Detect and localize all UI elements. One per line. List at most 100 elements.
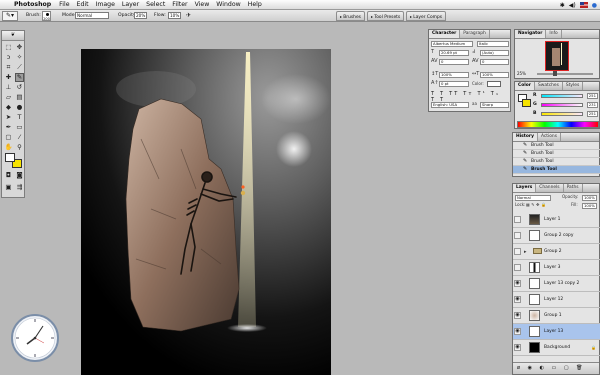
menu-edit[interactable]: Edit (77, 1, 89, 8)
layer-row[interactable]: Layer 1 (513, 212, 600, 228)
input-flag-icon[interactable] (579, 2, 588, 8)
slice-tool-icon[interactable]: ⟋ (15, 63, 24, 72)
brush-tool-icon[interactable]: ✎ (15, 73, 24, 82)
tracking-field[interactable]: 0 (480, 59, 509, 65)
zoom-tool-icon[interactable]: ⚲ (15, 143, 24, 152)
spotlight-icon[interactable]: ● (592, 2, 597, 9)
jump-to-imageready-icon[interactable]: ⇶ (15, 183, 24, 192)
menu-view[interactable]: View (195, 1, 210, 8)
layer-row[interactable]: ◉ Group 1 (513, 308, 600, 324)
layer-name[interactable]: Layer 13 copy 2 (544, 281, 579, 286)
blue-slider[interactable]: B 251 (533, 111, 600, 119)
layer-row[interactable]: ◉ Background 🔒 (513, 340, 600, 356)
magic-wand-tool-icon[interactable]: ✧ (15, 53, 24, 62)
layer-name[interactable]: Layer 12 (544, 297, 563, 302)
layer-name[interactable]: Group 2 copy (544, 233, 573, 238)
font-family-select[interactable]: Albertus Medium (431, 41, 473, 47)
blur-tool-icon[interactable]: ◆ (4, 103, 13, 112)
layer-name[interactable]: Layer 13 (544, 329, 563, 334)
layer-name[interactable]: Group 2 (544, 249, 562, 254)
quick-mask-on-icon[interactable]: ◙ (15, 171, 24, 180)
healing-brush-tool-icon[interactable]: ✚ (4, 73, 13, 82)
visibility-toggle[interactable]: ◉ (514, 344, 521, 351)
vertical-scale-field[interactable]: 100% (439, 72, 469, 78)
tab-swatches[interactable]: Swatches (535, 82, 563, 90)
history-item[interactable]: ✎ Brush Tool (513, 158, 600, 166)
menu-image[interactable]: Image (96, 1, 115, 8)
language-select[interactable]: English: USA (431, 102, 469, 108)
lasso-tool-icon[interactable]: ↄ (4, 53, 13, 62)
fill-field[interactable]: 100% (582, 203, 597, 209)
green-value[interactable]: 231 (587, 102, 598, 108)
history-item-selected[interactable]: ✎ Brush Tool (513, 166, 600, 174)
visibility-toggle[interactable] (514, 264, 521, 271)
tab-layers[interactable]: Layers (513, 184, 537, 192)
mode-select[interactable]: Normal (75, 12, 109, 19)
opacity-field[interactable]: 20% (134, 12, 147, 19)
dodge-tool-icon[interactable]: ● (15, 103, 24, 112)
layer-name[interactable]: Group 1 (544, 313, 562, 318)
eraser-tool-icon[interactable]: ▱ (4, 93, 13, 102)
green-slider[interactable]: G 231 (533, 102, 600, 110)
flow-field[interactable]: 10% (168, 12, 181, 19)
text-style-buttons[interactable]: T T TT Tт T¹ T₁ T T (431, 91, 509, 103)
blue-value[interactable]: 251 (587, 111, 598, 117)
layer-row[interactable]: Layer 3 (513, 260, 600, 276)
antialias-select[interactable]: Sharp (480, 102, 509, 108)
layer-blend-mode-select[interactable]: Normal (515, 195, 551, 201)
layer-row[interactable]: ◉ Layer 13 copy 2 (513, 276, 600, 292)
tab-paths[interactable]: Paths (564, 184, 583, 192)
layer-name[interactable]: Layer 1 (544, 217, 560, 222)
layer-name[interactable]: Background (544, 345, 570, 350)
tab-paragraph[interactable]: Paragraph (460, 30, 490, 38)
text-color-swatch[interactable] (487, 81, 501, 87)
visibility-toggle[interactable]: ◉ (514, 312, 521, 319)
hand-tool-icon[interactable]: ✋ (4, 143, 13, 152)
clone-stamp-tool-icon[interactable]: ⊥ (4, 83, 13, 92)
tab-styles[interactable]: Styles (563, 82, 584, 90)
layer-row[interactable]: ◉ Layer 12 (513, 292, 600, 308)
screen-mode-icon[interactable]: ▣ (4, 183, 13, 192)
color-bg-swatch[interactable] (522, 99, 531, 107)
layer-name[interactable]: Layer 3 (544, 265, 560, 270)
type-tool-icon[interactable]: T (15, 113, 24, 122)
tab-brushes[interactable]: Brushes (336, 11, 365, 21)
visibility-toggle[interactable]: ◉ (514, 296, 521, 303)
notes-tool-icon[interactable]: ▢ (4, 133, 13, 142)
tab-color[interactable]: Color (515, 82, 535, 90)
gradient-tool-icon[interactable]: ▤ (15, 93, 24, 102)
leading-field[interactable]: (Auto) (480, 50, 509, 56)
layer-row-selected[interactable]: ◉ Layer 13 (513, 324, 600, 340)
foreground-color-swatch[interactable] (5, 153, 15, 162)
tab-actions[interactable]: Actions (538, 133, 561, 141)
crop-tool-icon[interactable]: ⌗ (4, 63, 13, 72)
layers-footer-buttons[interactable]: ø ◉ ◐ ▭ ▢ 🗑 (513, 362, 599, 374)
brush-preview[interactable]: 200 (42, 11, 51, 21)
document-canvas[interactable] (81, 49, 331, 375)
bluetooth-icon[interactable]: ✱ (560, 2, 565, 9)
visibility-toggle[interactable]: ◉ (514, 280, 521, 287)
menu-select[interactable]: Select (146, 1, 165, 8)
red-slider[interactable]: R 251 (533, 93, 600, 101)
layer-opacity-field[interactable]: 100% (582, 195, 597, 201)
font-style-select[interactable]: Italic (477, 41, 509, 47)
path-selection-tool-icon[interactable]: ➤ (4, 113, 13, 122)
tab-info[interactable]: Info (546, 30, 562, 38)
menu-window[interactable]: Window (216, 1, 240, 8)
tab-channels[interactable]: Channels (536, 184, 564, 192)
tab-tool-presets[interactable]: Tool Presets (367, 11, 405, 21)
quick-mask-off-icon[interactable]: ◘ (4, 171, 13, 180)
font-size-field[interactable]: 20.69 pt (439, 50, 469, 56)
layer-group-row[interactable]: ▸ Group 2 (513, 244, 600, 260)
kerning-field[interactable]: 0 (439, 59, 469, 65)
baseline-shift-field[interactable]: 0 pt (439, 81, 469, 87)
history-item[interactable]: ✎ Brush Tool (513, 150, 600, 158)
pen-tool-icon[interactable]: ✒ (4, 123, 13, 132)
navigator-zoom[interactable]: 25% (517, 71, 526, 76)
move-tool-icon[interactable]: ✥ (15, 43, 24, 52)
color-swatches[interactable] (5, 153, 23, 168)
desktop-clock[interactable] (10, 313, 60, 363)
eyedropper-tool-icon[interactable]: ⁄ (15, 133, 24, 142)
tab-character[interactable]: Character (429, 30, 461, 38)
tab-navigator[interactable]: Navigator (515, 30, 547, 38)
